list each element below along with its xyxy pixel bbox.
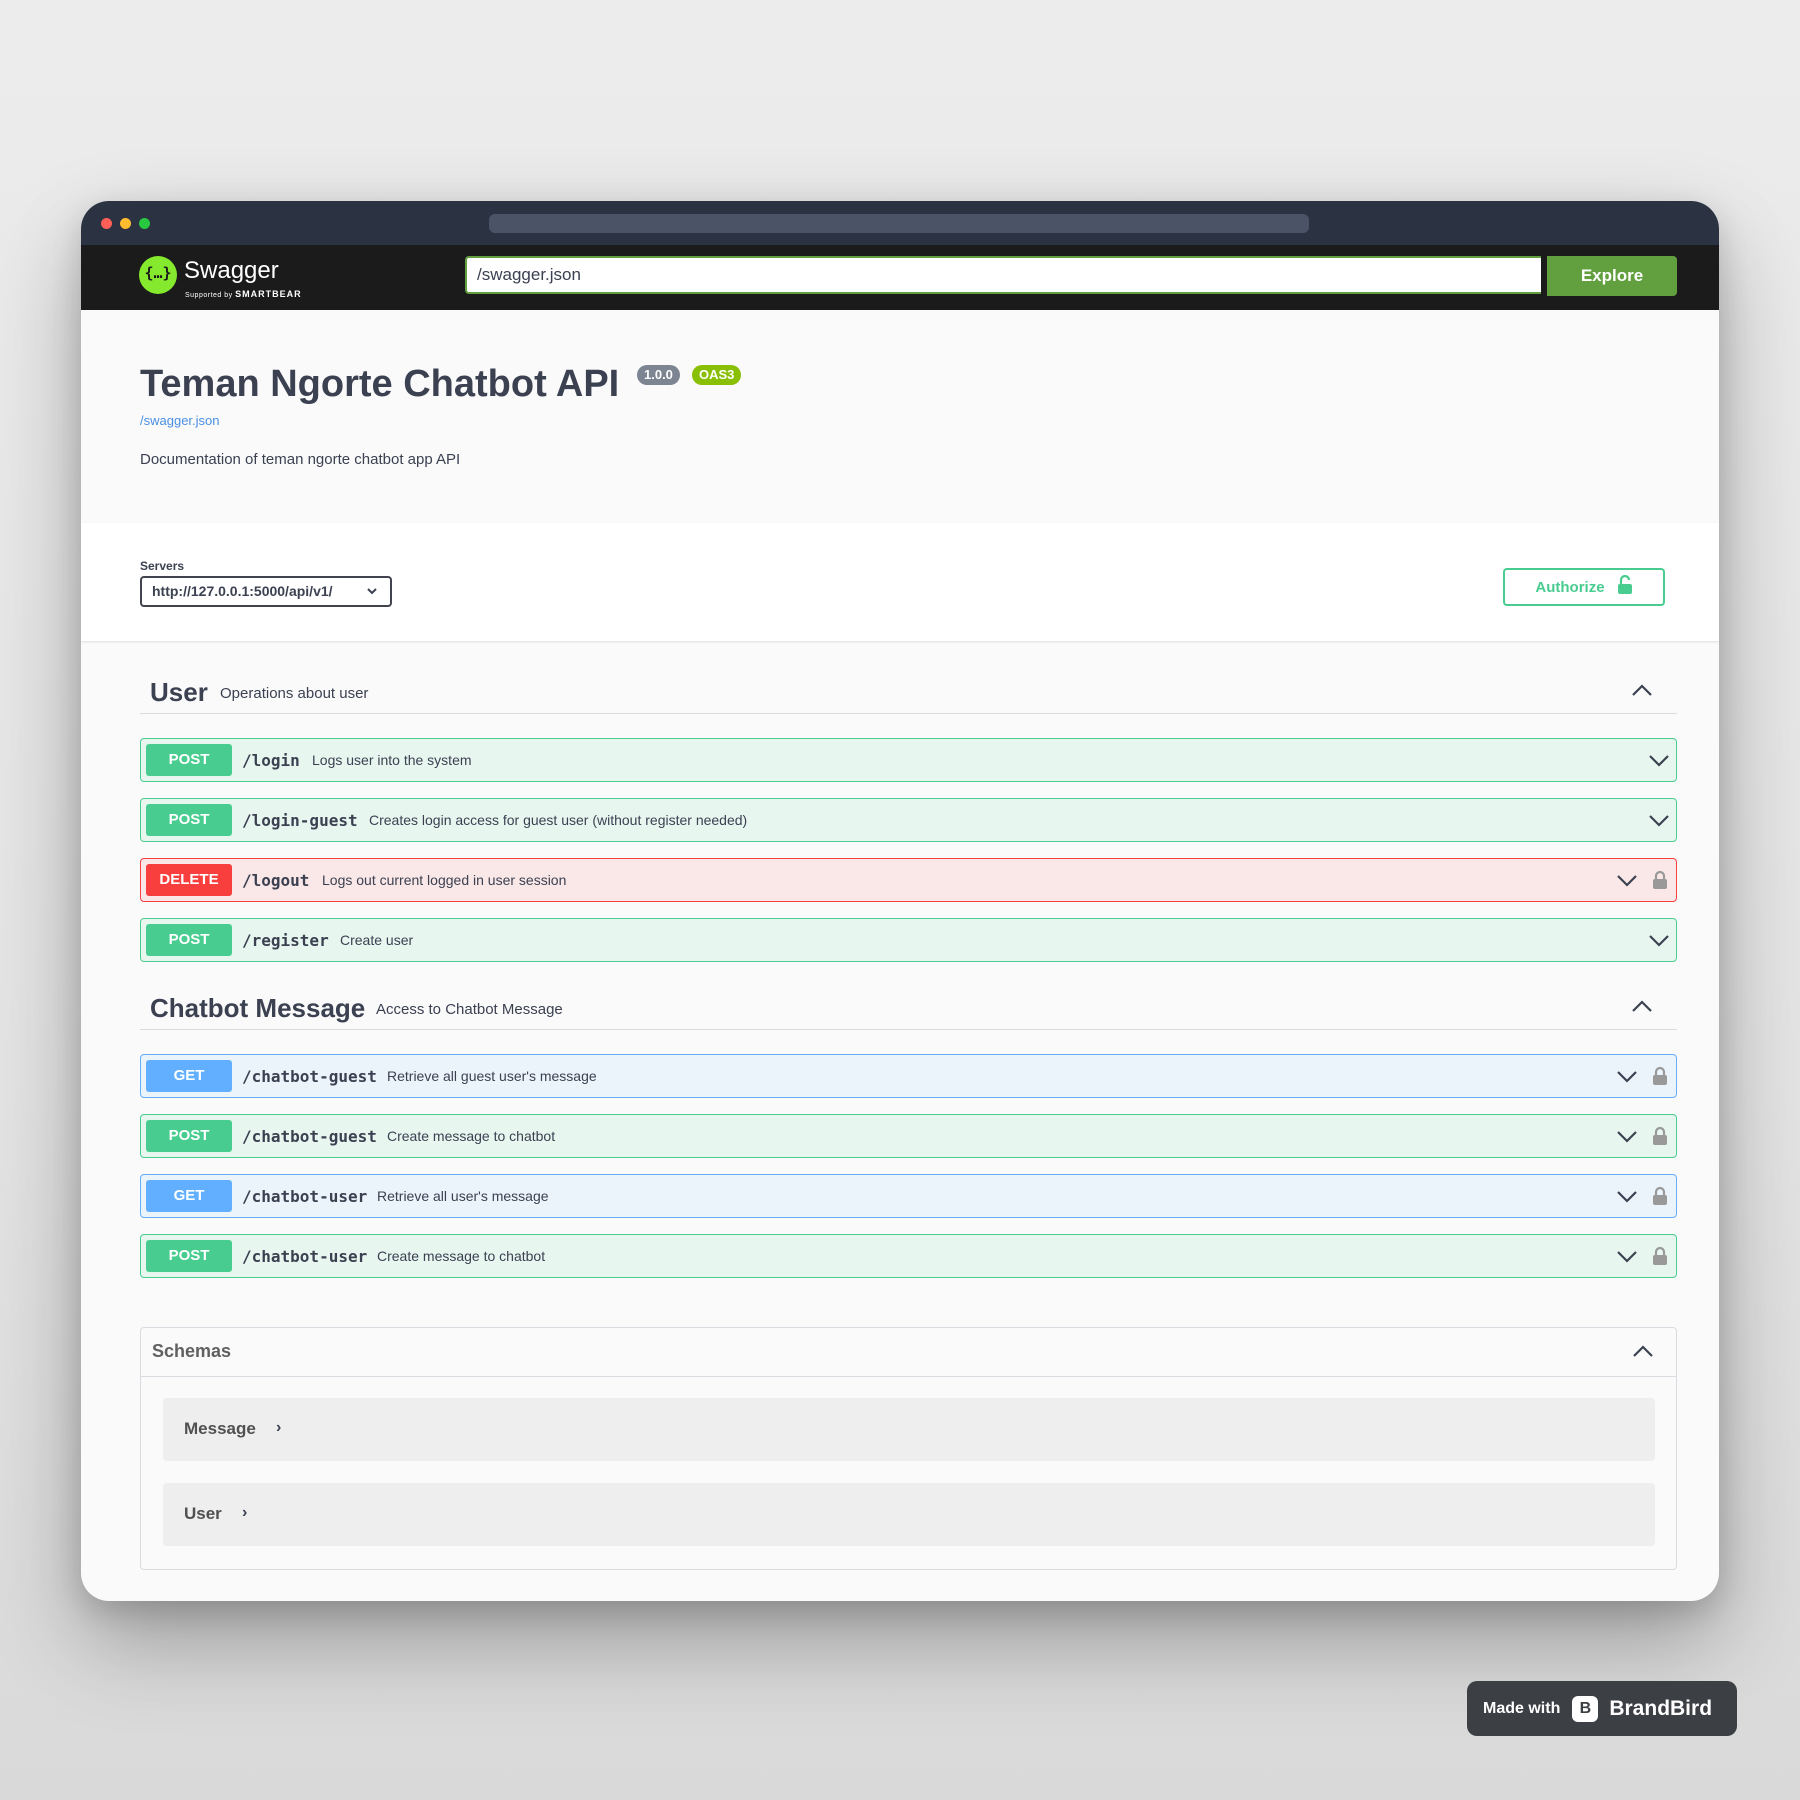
lock-icon[interactable] [1652, 1186, 1668, 1211]
method-badge: GET [146, 1180, 232, 1212]
brandbird-logo-icon: B [1572, 1695, 1599, 1722]
operation-post-chatbot-guest[interactable]: POST /chatbot-guest Create message to ch… [140, 1114, 1677, 1158]
chevron-up-icon[interactable] [1631, 999, 1653, 1018]
tag-name: User [150, 677, 208, 707]
lock-icon[interactable] [1652, 1126, 1668, 1151]
method-badge: POST [146, 924, 232, 956]
tag-description: Access to Chatbot Message [376, 1001, 563, 1018]
operation-path: /chatbot-user [242, 1187, 368, 1206]
watermark-brand: BrandBird [1609, 1696, 1713, 1720]
operation-get-chatbot-user[interactable]: GET /chatbot-user Retrieve all user's me… [140, 1174, 1677, 1218]
operation-summary: Retrieve all user's message [377, 1188, 549, 1204]
operation-summary: Create user [340, 932, 414, 948]
schemas-title: Schemas [152, 1341, 232, 1361]
operation-summary: Create message to chatbot [377, 1248, 546, 1264]
authorize-label: Authorize [1535, 578, 1605, 596]
api-info: Teman Ngorte Chatbot API 1.0.0 OAS3 /swa… [81, 310, 1719, 523]
tag-user[interactable]: User Operations about user [140, 671, 1677, 714]
lock-icon[interactable] [1652, 1246, 1668, 1271]
chevron-down-icon[interactable] [1648, 752, 1670, 773]
servers-label: Servers [140, 559, 185, 573]
chevron-down-icon[interactable] [1648, 812, 1670, 833]
method-badge: DELETE [146, 864, 232, 896]
operation-summary: Creates login access for guest user (wit… [369, 812, 748, 828]
operation-summary: Logs out current logged in user session [322, 872, 567, 888]
method-badge: POST [146, 804, 232, 836]
swagger-brand-text: Swagger [184, 257, 279, 284]
chevron-down-icon[interactable] [1616, 1188, 1638, 1209]
browser-window: {…} Swagger Supported by SMARTBEAR Explo… [81, 201, 1719, 1601]
servers-selected-value: http://127.0.0.1:5000/api/v1/ [152, 583, 333, 599]
chevron-down-icon[interactable] [1648, 932, 1670, 953]
method-badge: POST [146, 1240, 232, 1272]
scheme-container: Servers http://127.0.0.1:5000/api/v1/ Au… [81, 523, 1719, 641]
close-window-button[interactable] [101, 218, 112, 229]
operation-path: /logout [242, 871, 310, 890]
chevron-up-icon[interactable] [1631, 683, 1653, 702]
schemas-section: Schemas Message › User › [140, 1327, 1677, 1570]
window-controls [101, 218, 150, 229]
operation-path: /chatbot-guest [242, 1067, 377, 1086]
operation-post-login-guest[interactable]: POST /login-guest Creates login access f… [140, 798, 1677, 842]
method-badge: GET [146, 1060, 232, 1092]
brandbird-watermark: Made with B BrandBird [1467, 1681, 1737, 1736]
operation-path: /chatbot-guest [242, 1127, 377, 1146]
tag-chatbot-message[interactable]: Chatbot Message Access to Chatbot Messag… [140, 987, 1677, 1030]
schema-item-message[interactable]: Message › [163, 1398, 1655, 1461]
chevron-up-icon[interactable] [1632, 1344, 1654, 1363]
method-badge: POST [146, 744, 232, 776]
servers-select[interactable]: http://127.0.0.1:5000/api/v1/ [140, 576, 392, 607]
version-badge: 1.0.0 [637, 365, 680, 385]
unlocked-icon [1617, 574, 1633, 599]
operation-summary: Retrieve all guest user's message [387, 1068, 597, 1084]
lock-icon[interactable] [1652, 1066, 1668, 1091]
spec-url-input[interactable] [465, 256, 1541, 294]
chevron-down-icon [366, 578, 378, 615]
method-badge: POST [146, 1120, 232, 1152]
tag-name: Chatbot Message [150, 993, 366, 1023]
operation-post-login[interactable]: POST /login Logs user into the system [140, 738, 1677, 782]
minimize-window-button[interactable] [120, 218, 131, 229]
lock-icon[interactable] [1652, 870, 1668, 895]
watermark-made-with: Made with [1483, 1699, 1561, 1717]
chevron-right-icon[interactable]: › [242, 1504, 247, 1522]
operation-summary: Logs user into the system [312, 752, 472, 768]
schemas-header[interactable]: Schemas [141, 1328, 1676, 1377]
operation-delete-logout[interactable]: DELETE /logout Logs out current logged i… [140, 858, 1677, 902]
swagger-topbar: {…} Swagger Supported by SMARTBEAR Explo… [81, 245, 1719, 310]
schema-item-user[interactable]: User › [163, 1483, 1655, 1546]
operation-post-chatbot-user[interactable]: POST /chatbot-user Create message to cha… [140, 1234, 1677, 1278]
operation-path: /login [242, 751, 300, 770]
chevron-down-icon[interactable] [1616, 1068, 1638, 1089]
swagger-brand-subtitle: Supported by SMARTBEAR [185, 289, 302, 299]
operation-path: /register [242, 931, 329, 950]
oas-badge: OAS3 [692, 365, 742, 385]
chevron-down-icon[interactable] [1616, 1248, 1638, 1269]
explore-button[interactable]: Explore [1547, 256, 1677, 296]
operation-path: /login-guest [242, 811, 358, 830]
operation-post-register[interactable]: POST /register Create user [140, 918, 1677, 962]
swagger-logo-icon: {…} [139, 256, 177, 294]
browser-address-bar[interactable] [489, 214, 1309, 233]
chevron-right-icon[interactable]: › [276, 1419, 281, 1437]
chevron-down-icon[interactable] [1616, 1128, 1638, 1149]
maximize-window-button[interactable] [139, 218, 150, 229]
authorize-button[interactable]: Authorize [1503, 568, 1665, 606]
api-description: Documentation of teman ngorte chatbot ap… [140, 451, 461, 468]
swagger-logo[interactable]: {…} Swagger Supported by SMARTBEAR [139, 256, 301, 299]
tag-description: Operations about user [220, 685, 369, 702]
operation-get-chatbot-guest[interactable]: GET /chatbot-guest Retrieve all guest us… [140, 1054, 1677, 1098]
schema-name: Message [184, 1419, 256, 1438]
operation-summary: Create message to chatbot [387, 1128, 556, 1144]
schema-name: User [184, 1504, 222, 1523]
api-title: Teman Ngorte Chatbot API [140, 363, 620, 405]
spec-link[interactable]: /swagger.json [140, 413, 220, 428]
operation-path: /chatbot-user [242, 1247, 368, 1266]
browser-chrome [81, 201, 1719, 245]
chevron-down-icon[interactable] [1616, 872, 1638, 893]
